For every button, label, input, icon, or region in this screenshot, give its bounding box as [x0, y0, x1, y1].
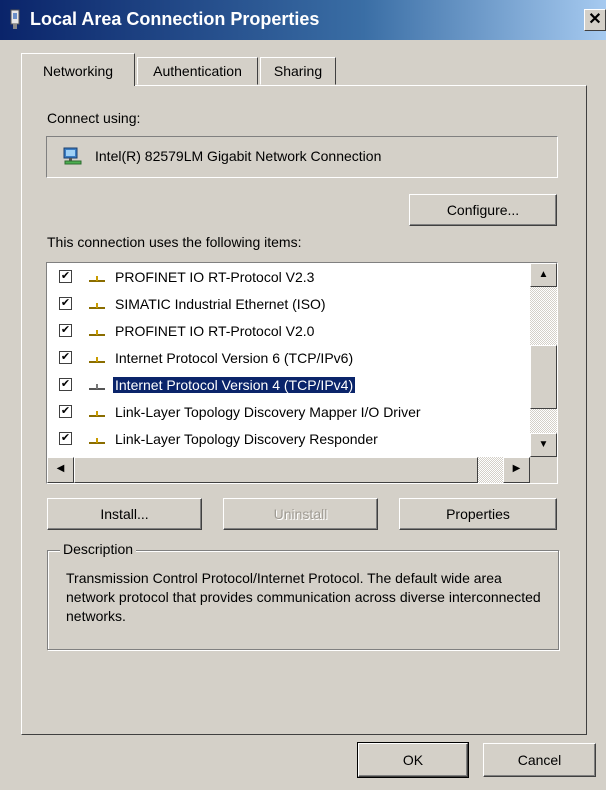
- item-label: PROFINET IO RT-Protocol V2.3: [115, 269, 315, 285]
- protocol-icon: [89, 438, 105, 444]
- protocol-icon: [89, 276, 105, 282]
- description-title: Description: [60, 541, 137, 557]
- list-item[interactable]: SIMATIC Industrial Ethernet (ISO): [49, 292, 529, 318]
- list-item[interactable]: PROFINET IO RT-Protocol V2.3: [49, 265, 529, 291]
- tab-networking[interactable]: Networking: [21, 53, 135, 86]
- list-item[interactable]: Internet Protocol Version 6 (TCP/IPv6): [49, 346, 529, 372]
- protocol-icon: [89, 384, 105, 390]
- protocol-icon: [89, 357, 105, 363]
- item-label: Internet Protocol Version 6 (TCP/IPv6): [115, 350, 354, 366]
- item-label: SIMATIC Industrial Ethernet (ISO): [115, 296, 326, 312]
- cancel-button[interactable]: Cancel: [483, 743, 596, 777]
- protocol-icon: [89, 303, 105, 309]
- item-label: Link-Layer Topology Discovery Responder: [115, 431, 378, 447]
- item-checkbox[interactable]: [59, 432, 72, 445]
- item-label: Internet Protocol Version 4 (TCP/IPv4): [111, 376, 357, 394]
- scroll-corner: [530, 457, 557, 483]
- adapter-field: Intel(R) 82579LM Gigabit Network Connect…: [46, 136, 558, 178]
- item-checkbox[interactable]: [59, 351, 72, 364]
- tab-sharing[interactable]: Sharing: [260, 57, 336, 85]
- close-button[interactable]: ✕: [584, 9, 606, 31]
- ok-button[interactable]: OK: [357, 742, 469, 778]
- vertical-scroll-thumb[interactable]: [530, 345, 557, 409]
- scroll-left-icon[interactable]: ◀: [47, 457, 74, 483]
- item-checkbox[interactable]: [59, 405, 72, 418]
- tab-authentication[interactable]: Authentication: [137, 57, 258, 85]
- item-checkbox[interactable]: [59, 378, 72, 391]
- list-item[interactable]: Link-Layer Topology Discovery Responder: [49, 427, 529, 453]
- item-checkbox[interactable]: [59, 270, 72, 283]
- window-title: Local Area Connection Properties: [30, 9, 320, 29]
- item-label: Link-Layer Topology Discovery Mapper I/O…: [115, 404, 421, 420]
- title-bar[interactable]: Local Area Connection Properties: [0, 0, 606, 40]
- adapter-name: Intel(R) 82579LM Gigabit Network Connect…: [95, 148, 382, 164]
- list-item[interactable]: Link-Layer Topology Discovery Mapper I/O…: [49, 400, 529, 426]
- scroll-up-icon[interactable]: ▲: [530, 263, 557, 287]
- horizontal-scroll-thumb[interactable]: [74, 457, 478, 483]
- vertical-scrollbar[interactable]: ▲ ▼: [530, 263, 557, 457]
- uninstall-button[interactable]: Uninstall: [223, 498, 378, 530]
- item-checkbox[interactable]: [59, 324, 72, 337]
- scroll-down-icon[interactable]: ▼: [530, 433, 557, 457]
- connect-using-label: Connect using:: [47, 110, 141, 126]
- list-item-selected[interactable]: Internet Protocol Version 4 (TCP/IPv4): [49, 373, 529, 399]
- description-text: Transmission Control Protocol/Internet P…: [66, 570, 541, 624]
- protocol-icon: [89, 330, 105, 336]
- protocol-icon: [89, 411, 105, 417]
- network-connection-icon: [10, 9, 20, 29]
- configure-button[interactable]: Configure...: [409, 194, 557, 226]
- item-checkbox[interactable]: [59, 297, 72, 310]
- network-adapter-icon: [63, 147, 82, 165]
- scroll-right-icon[interactable]: ▶: [503, 457, 530, 483]
- list-item[interactable]: PROFINET IO RT-Protocol V2.0: [49, 319, 529, 345]
- items-label: This connection uses the following items…: [47, 234, 302, 250]
- install-button[interactable]: Install...: [47, 498, 202, 530]
- items-list[interactable]: PROFINET IO RT-Protocol V2.3 SIMATIC Ind…: [46, 262, 558, 484]
- item-label: PROFINET IO RT-Protocol V2.0: [115, 323, 315, 339]
- properties-dialog: Local Area Connection Properties ✕ Netwo…: [0, 0, 606, 790]
- properties-button[interactable]: Properties: [399, 498, 557, 530]
- horizontal-scrollbar[interactable]: ◀ ▶: [47, 457, 530, 483]
